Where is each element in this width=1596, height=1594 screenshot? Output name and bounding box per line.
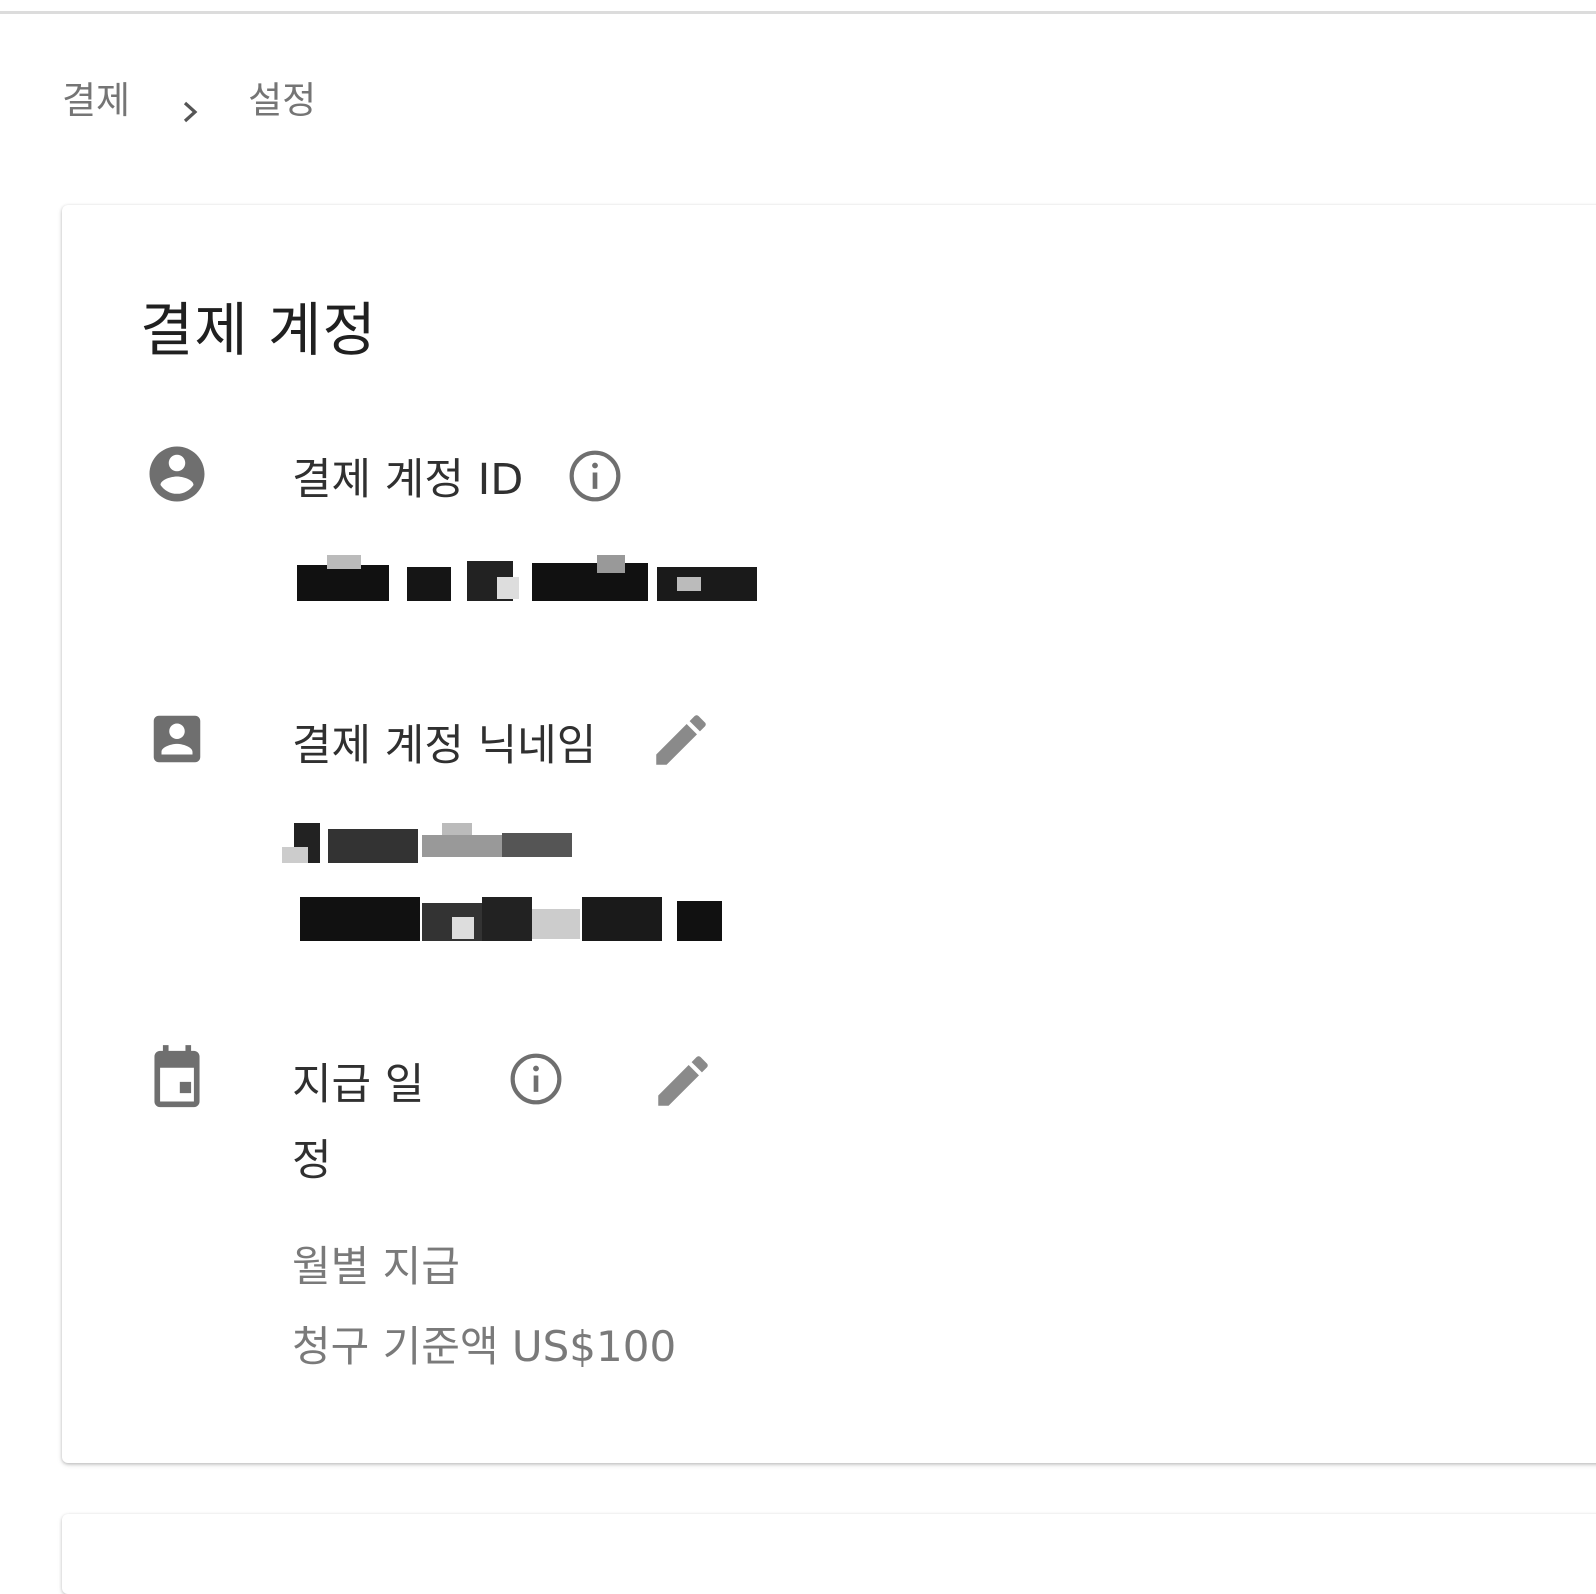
breadcrumb-item-settings: 설정 <box>248 79 317 122</box>
payment-frequency: 월별 지급 <box>292 1242 460 1291</box>
account-circle-icon <box>144 441 210 511</box>
billing-account-nickname-label: 결제 계정 닉네임 <box>292 721 597 771</box>
billing-account-id-label: 결제 계정 ID <box>292 455 524 505</box>
billing-account-nickname-value-redacted <box>282 817 722 947</box>
account-box-icon <box>146 708 208 774</box>
top-app-bar-edge <box>0 0 1596 14</box>
breadcrumb: 결제 설정 <box>62 70 316 124</box>
info-icon[interactable] <box>508 1051 564 1111</box>
payment-schedule-label: 지급 일 정 <box>292 1047 462 1199</box>
next-card <box>62 1514 1596 1594</box>
info-icon[interactable] <box>567 448 623 508</box>
card-title: 결제 계정 <box>140 296 377 364</box>
billing-account-card: 결제 계정 결제 계정 ID 결제 계정 닉네임 지급 일 정 월별 지급 청구… <box>62 205 1596 1463</box>
billing-threshold: 청구 기준액 US$100 <box>292 1322 677 1371</box>
pencil-icon[interactable] <box>650 1048 716 1118</box>
chevron-right-icon <box>180 90 200 123</box>
payment-schedule-label-line1: 지급 일 <box>292 1060 425 1110</box>
breadcrumb-item-billing[interactable]: 결제 <box>62 70 130 124</box>
pencil-icon[interactable] <box>648 707 714 777</box>
payment-schedule-label-line2: 정 <box>292 1136 332 1186</box>
calendar-icon <box>146 1045 208 1117</box>
billing-account-id-value-redacted <box>297 555 757 603</box>
